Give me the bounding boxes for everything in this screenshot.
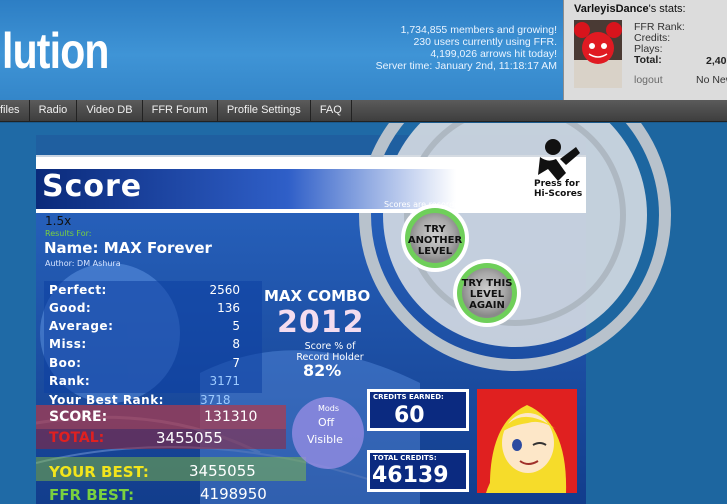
your-best-label: YOUR BEST:	[49, 463, 149, 481]
song-author: Author: DM Ashura	[45, 259, 121, 268]
score-pct-label: Score % of Record Holder	[296, 341, 364, 363]
users-online: 230 users currently using FFR.	[413, 36, 557, 48]
boo-label: Boo:	[49, 356, 82, 370]
average-value: 5	[232, 319, 240, 333]
logout-link[interactable]: logout	[634, 74, 663, 86]
credits-earned-value: 60	[394, 403, 425, 428]
your-best-rank-value: 3718	[200, 393, 231, 407]
mods-off: Off	[318, 416, 335, 429]
nav-faq[interactable]: FAQ	[311, 100, 352, 122]
total-score-label: TOTAL:	[49, 430, 105, 446]
scores-note: Scores are recorded and compared	[384, 200, 525, 209]
character-avatar	[477, 389, 577, 493]
server-time: Server time: January 2nd, 11:18:17 AM	[375, 60, 557, 72]
game-results-area: Score Press for Hi-Scores Scores are rec…	[0, 123, 727, 504]
perfect-value: 2560	[209, 283, 240, 297]
good-label: Good:	[49, 301, 92, 315]
nav-ffr-forum[interactable]: FFR Forum	[143, 100, 218, 122]
average-label: Average:	[49, 319, 114, 333]
miss-label: Miss:	[49, 337, 87, 351]
nav-profile-settings[interactable]: Profile Settings	[218, 100, 311, 122]
boo-value: 7	[232, 356, 240, 370]
nav-profiles[interactable]: files	[0, 100, 30, 122]
max-combo-label: MAX COMBO	[264, 287, 371, 305]
max-combo-value: 2012	[277, 305, 365, 340]
song-speed: 1.5x	[45, 214, 72, 228]
ffr-best-label: FFR BEST:	[49, 486, 135, 504]
score-title: Score	[42, 169, 143, 204]
arrows-today: 4,199,026 arrows hit today!	[430, 48, 557, 60]
user-fields: FFR Rank: Credits: Plays: Total:	[634, 22, 685, 66]
news-status[interactable]: No New	[696, 74, 727, 86]
total-value: 2,40	[706, 55, 727, 67]
total-credits-value: 46139	[372, 463, 449, 488]
total-score-value: 3455055	[156, 429, 223, 447]
miss-value: 8	[232, 337, 240, 351]
total-credits-label: TOTAL CREDITS:	[373, 454, 437, 462]
user-avatar[interactable]	[574, 20, 622, 88]
song-name: Name: MAX Forever	[44, 239, 212, 257]
ffr-best-value: 4198950	[200, 485, 267, 503]
total-label: Total:	[634, 54, 662, 66]
score-label: SCORE:	[49, 409, 108, 425]
username[interactable]: VarleyisDance	[574, 3, 649, 15]
your-best-rank-label: Your Best Rank:	[49, 393, 164, 407]
site-logo[interactable]: lution	[2, 22, 109, 80]
site-stats: 1,734,855 members and growing! 230 users…	[376, 24, 557, 72]
try-this-again-label[interactable]: TRY THIS LEVEL AGAIN	[455, 278, 519, 311]
nav-radio[interactable]: Radio	[30, 100, 78, 122]
main-nav: files Radio Video DB FFR Forum Profile S…	[0, 100, 727, 122]
nav-video-db[interactable]: Video DB	[77, 100, 143, 122]
try-another-label[interactable]: TRY ANOTHER LEVEL	[403, 224, 467, 257]
rank-label: Rank:	[49, 374, 91, 388]
credits-earned-label: CREDITS EARNED:	[373, 393, 444, 401]
score-value: 131310	[204, 409, 258, 425]
good-value: 136	[217, 301, 240, 315]
user-stats-panel: VarleyisDance's stats: FFR Rank: Credits…	[563, 0, 727, 100]
mods-label: Mods	[318, 404, 340, 413]
hi-scores-label[interactable]: Hi-Scores	[534, 189, 582, 199]
your-best-value: 3455055	[189, 462, 256, 480]
press-for-label[interactable]: Press for	[534, 179, 580, 189]
members-count: 1,734,855 members and growing!	[400, 24, 557, 36]
mods-visible: Visible	[307, 433, 343, 446]
rank-value: 3171	[209, 374, 240, 388]
perfect-label: Perfect:	[49, 283, 107, 297]
results-for-label: Results For:	[45, 229, 92, 238]
user-stats-title: VarleyisDance's stats:	[574, 3, 686, 15]
score-pct-value: 82%	[303, 361, 342, 380]
site-header: lution 1,734,855 members and growing! 23…	[0, 0, 727, 100]
